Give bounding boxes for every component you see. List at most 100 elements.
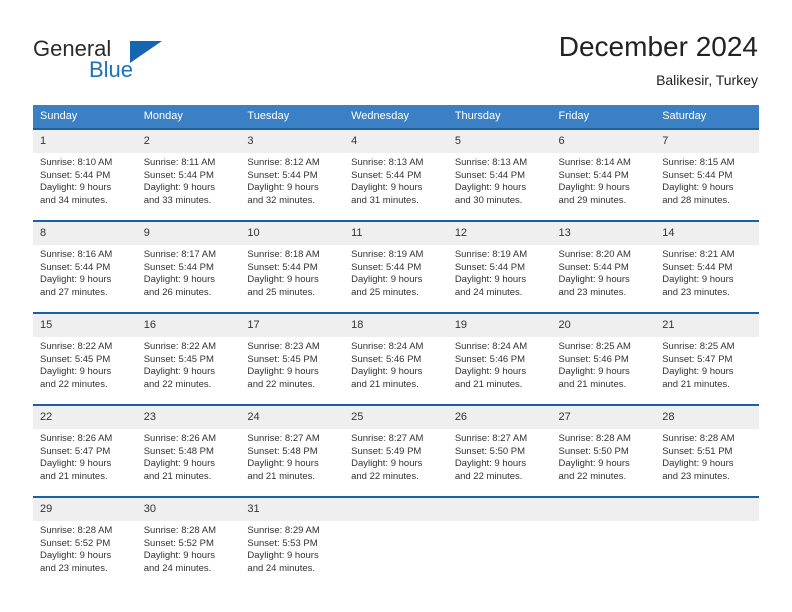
daylight-text-line1: Daylight: 9 hours [351,274,423,286]
daylight-text-line1: Daylight: 9 hours [40,366,112,378]
day-cell[interactable]: Sunrise: 8:27 AM Sunset: 5:49 PM Dayligh… [344,429,448,496]
day-number[interactable]: 24 [240,406,345,429]
day-number[interactable]: 5 [447,130,552,153]
day-number[interactable]: 15 [33,314,137,337]
daylight-text-line1: Daylight: 9 hours [662,182,734,194]
day-number[interactable]: 28 [655,406,759,429]
day-cell[interactable]: Sunrise: 8:28 AM Sunset: 5:52 PM Dayligh… [33,521,137,588]
day-cell[interactable]: Sunrise: 8:17 AM Sunset: 5:44 PM Dayligh… [136,245,241,312]
day-number[interactable]: 14 [655,222,759,245]
day-number[interactable]: 22 [33,406,137,429]
day-number[interactable]: 8 [33,222,137,245]
sunset-text: Sunset: 5:48 PM [143,445,214,457]
day-cell[interactable]: Sunrise: 8:20 AM Sunset: 5:44 PM Dayligh… [551,245,656,312]
day-cell[interactable]: Sunrise: 8:19 AM Sunset: 5:44 PM Dayligh… [447,245,552,312]
sunrise-text: Sunrise: 8:25 AM [558,341,631,352]
daylight-text-line1: Daylight: 9 hours [454,458,527,470]
day-number[interactable]: 11 [344,222,448,245]
daylight-text-line2: and 25 minutes. [351,286,419,298]
sunrise-text: Sunrise: 8:22 AM [40,341,113,352]
sunset-text: Sunset: 5:44 PM [40,261,111,273]
day-cell[interactable]: Sunrise: 8:24 AM Sunset: 5:46 PM Dayligh… [447,337,552,404]
day-number-empty [344,498,448,521]
day-cell[interactable]: Sunrise: 8:15 AM Sunset: 5:44 PM Dayligh… [655,153,759,220]
sunset-text: Sunset: 5:49 PM [351,445,422,457]
day-cell[interactable]: Sunrise: 8:28 AM Sunset: 5:51 PM Dayligh… [655,429,759,496]
daylight-text-line2: and 21 minutes. [454,378,523,390]
day-number[interactable]: 7 [655,130,759,153]
day-number[interactable]: 23 [136,406,241,429]
sunset-text: Sunset: 5:44 PM [143,169,214,181]
day-number[interactable]: 25 [344,406,448,429]
week-row-daynumbers: 15 16 17 18 19 20 21 [33,314,759,337]
day-number[interactable]: 6 [551,130,656,153]
day-number[interactable]: 9 [136,222,241,245]
day-cell[interactable]: Sunrise: 8:18 AM Sunset: 5:44 PM Dayligh… [240,245,345,312]
day-number[interactable]: 29 [33,498,137,521]
day-number[interactable]: 4 [344,130,448,153]
sunset-text: Sunset: 5:46 PM [558,353,629,365]
day-number[interactable]: 27 [551,406,656,429]
day-cell[interactable]: Sunrise: 8:25 AM Sunset: 5:46 PM Dayligh… [551,337,656,404]
day-cell[interactable]: Sunrise: 8:12 AM Sunset: 5:44 PM Dayligh… [240,153,345,220]
daylight-text-line2: and 25 minutes. [247,286,316,298]
day-cell[interactable]: Sunrise: 8:23 AM Sunset: 5:45 PM Dayligh… [240,337,345,404]
sunrise-text: Sunrise: 8:28 AM [662,433,735,444]
daylight-text-line2: and 32 minutes. [247,194,316,206]
day-number[interactable]: 30 [136,498,241,521]
day-cell[interactable]: Sunrise: 8:14 AM Sunset: 5:44 PM Dayligh… [551,153,656,220]
day-number[interactable]: 2 [136,130,241,153]
daylight-text-line1: Daylight: 9 hours [247,366,319,378]
day-number[interactable]: 21 [655,314,759,337]
day-number[interactable]: 19 [447,314,552,337]
sunrise-text: Sunrise: 8:15 AM [662,157,735,168]
sunset-text: Sunset: 5:51 PM [662,445,733,457]
day-cell[interactable]: Sunrise: 8:16 AM Sunset: 5:44 PM Dayligh… [33,245,137,312]
day-number[interactable]: 20 [551,314,656,337]
day-number[interactable]: 17 [240,314,345,337]
day-cell[interactable]: Sunrise: 8:22 AM Sunset: 5:45 PM Dayligh… [136,337,241,404]
day-cell[interactable]: Sunrise: 8:25 AM Sunset: 5:47 PM Dayligh… [655,337,759,404]
daylight-text-line2: and 24 minutes. [454,286,523,298]
daylight-text-line2: and 23 minutes. [40,562,108,574]
daylight-text-line1: Daylight: 9 hours [662,274,734,286]
day-number[interactable]: 18 [344,314,448,337]
day-cell[interactable]: Sunrise: 8:27 AM Sunset: 5:48 PM Dayligh… [240,429,345,496]
day-cell[interactable]: Sunrise: 8:28 AM Sunset: 5:52 PM Dayligh… [136,521,241,588]
day-cell[interactable]: Sunrise: 8:29 AM Sunset: 5:53 PM Dayligh… [240,521,345,588]
day-cell[interactable]: Sunrise: 8:13 AM Sunset: 5:44 PM Dayligh… [447,153,552,220]
brand-logo[interactable]: General Blue [33,36,213,86]
day-cell[interactable]: Sunrise: 8:11 AM Sunset: 5:44 PM Dayligh… [136,153,241,220]
day-number[interactable]: 26 [447,406,552,429]
sunrise-text: Sunrise: 8:19 AM [454,249,528,260]
day-number[interactable]: 1 [33,130,137,153]
day-number[interactable]: 12 [447,222,552,245]
day-cell-empty [344,521,448,588]
day-cell[interactable]: Sunrise: 8:24 AM Sunset: 5:46 PM Dayligh… [344,337,448,404]
daylight-text-line2: and 28 minutes. [662,194,730,206]
sunrise-text: Sunrise: 8:25 AM [662,341,735,352]
day-cell[interactable]: Sunrise: 8:28 AM Sunset: 5:50 PM Dayligh… [551,429,656,496]
page-subtitle: Balikesir, Turkey [656,72,758,88]
day-number[interactable]: 10 [240,222,345,245]
day-cell[interactable]: Sunrise: 8:19 AM Sunset: 5:44 PM Dayligh… [344,245,448,312]
day-number[interactable]: 3 [240,130,345,153]
daylight-text-line1: Daylight: 9 hours [143,366,215,378]
day-number[interactable]: 13 [551,222,656,245]
weekday-header-saturday: Saturday [655,105,759,128]
day-cell[interactable]: Sunrise: 8:26 AM Sunset: 5:47 PM Dayligh… [33,429,137,496]
daylight-text-line2: and 22 minutes. [558,470,627,482]
day-number[interactable]: 16 [136,314,241,337]
day-cell-empty [655,521,759,588]
day-number[interactable]: 31 [240,498,345,521]
day-cell[interactable]: Sunrise: 8:27 AM Sunset: 5:50 PM Dayligh… [447,429,552,496]
day-cell[interactable]: Sunrise: 8:22 AM Sunset: 5:45 PM Dayligh… [33,337,137,404]
day-cell[interactable]: Sunrise: 8:13 AM Sunset: 5:44 PM Dayligh… [344,153,448,220]
day-cell[interactable]: Sunrise: 8:26 AM Sunset: 5:48 PM Dayligh… [136,429,241,496]
week-row-daynumbers: 29 30 31 [33,498,759,521]
day-cell[interactable]: Sunrise: 8:21 AM Sunset: 5:44 PM Dayligh… [655,245,759,312]
daylight-text-line2: and 21 minutes. [558,378,627,390]
day-cell[interactable]: Sunrise: 8:10 AM Sunset: 5:44 PM Dayligh… [33,153,137,220]
sunset-text: Sunset: 5:50 PM [454,445,526,457]
sunrise-text: Sunrise: 8:18 AM [247,249,320,260]
